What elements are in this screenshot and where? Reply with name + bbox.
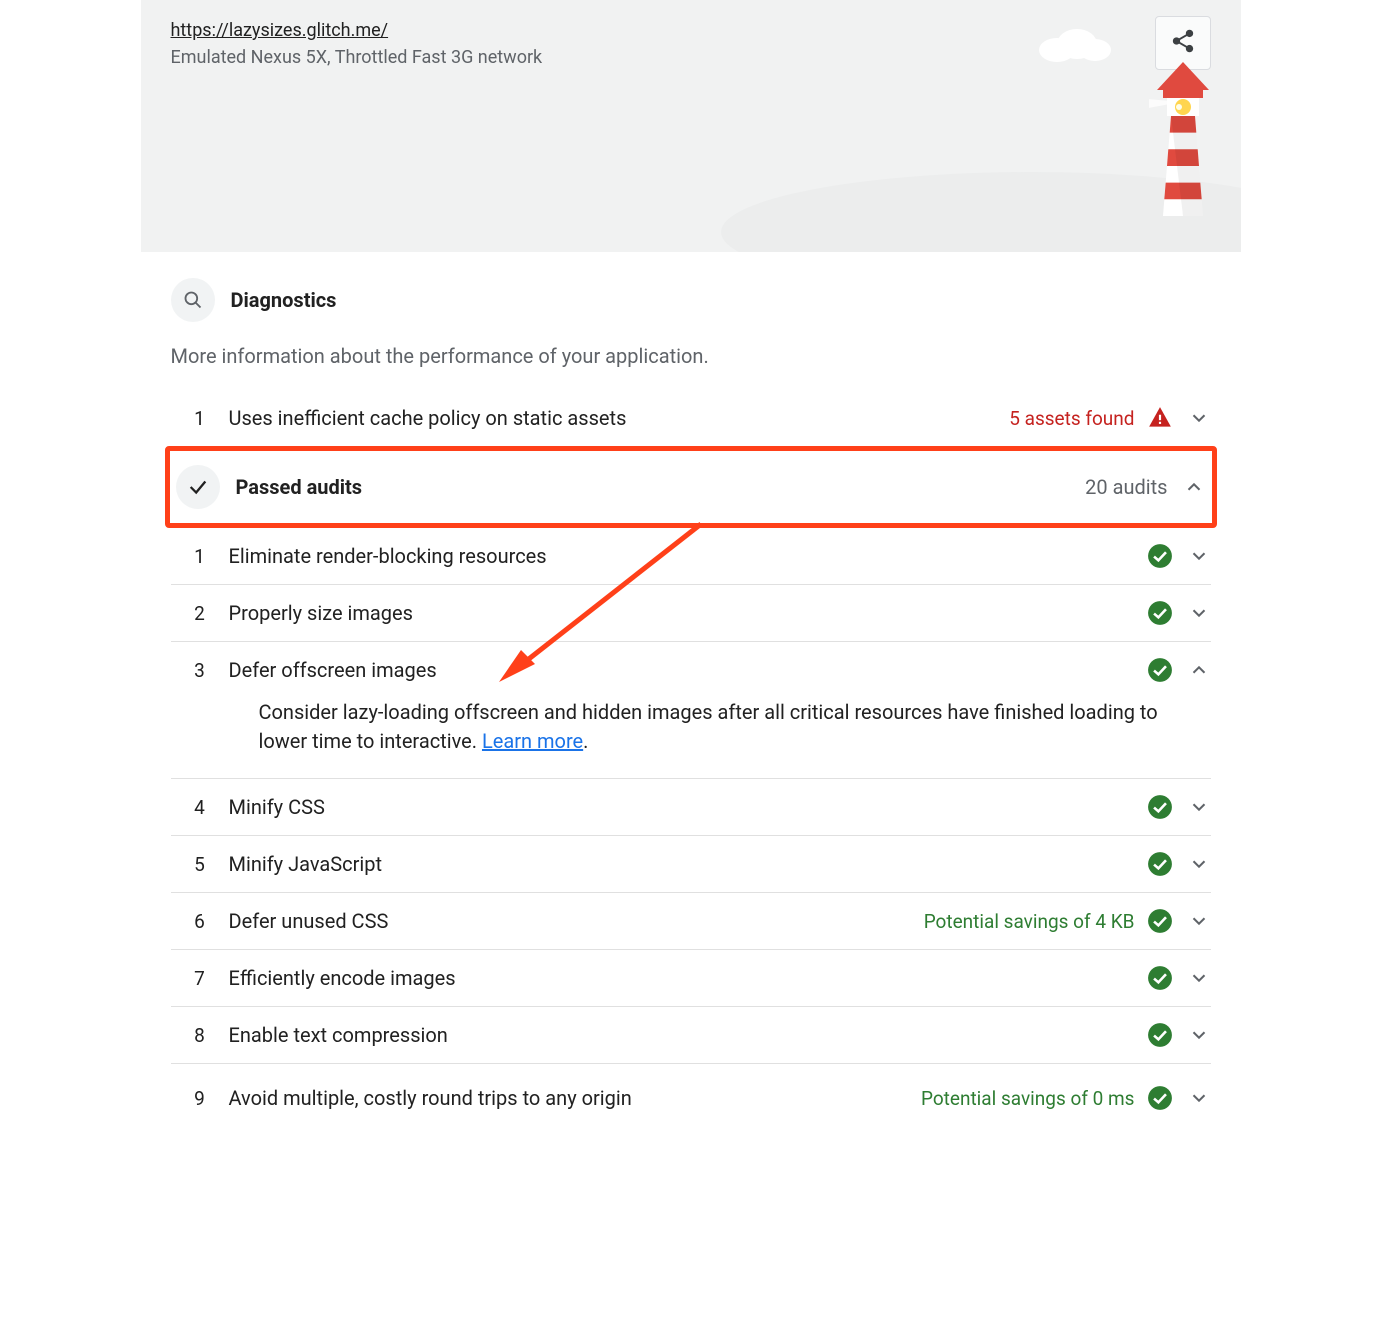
- cloud-icon: [1029, 22, 1119, 67]
- chevron-down-icon: [1187, 406, 1211, 430]
- chevron-up-icon: [1182, 475, 1206, 499]
- chevron-down-icon: [1187, 544, 1211, 568]
- audit-title: Minify CSS: [229, 795, 1147, 819]
- audit-title: Defer unused CSS: [229, 909, 924, 933]
- audit-row[interactable]: 6 Defer unused CSS Potential savings of …: [171, 893, 1211, 950]
- audit-meta: Potential savings of 4 KB: [924, 910, 1135, 933]
- audit-number: 7: [171, 967, 229, 990]
- audit-row[interactable]: 7 Efficiently encode images: [171, 950, 1211, 1007]
- audit-number: 8: [171, 1024, 229, 1047]
- warning-icon: [1147, 405, 1173, 431]
- pass-icon: [1147, 1085, 1173, 1111]
- report-header: https://lazysizes.glitch.me/ Emulated Ne…: [141, 0, 1241, 252]
- diagnostics-header: Diagnostics: [171, 252, 1211, 332]
- audit-row[interactable]: 9 Avoid multiple, costly round trips to …: [171, 1064, 1211, 1120]
- audit-row[interactable]: 4 Minify CSS: [171, 779, 1211, 836]
- audit-detail: Consider lazy-loading offscreen and hidd…: [171, 698, 1211, 778]
- audit-meta: 5 assets found: [1009, 407, 1134, 430]
- audit-title: Avoid multiple, costly round trips to an…: [229, 1086, 921, 1110]
- pass-icon: [1147, 657, 1173, 683]
- audit-title: Minify JavaScript: [229, 852, 1147, 876]
- learn-more-link[interactable]: Learn more: [482, 729, 583, 753]
- audit-row[interactable]: 8 Enable text compression: [171, 1007, 1211, 1064]
- audit-detail-text: Consider lazy-loading offscreen and hidd…: [259, 700, 1158, 753]
- diagnostic-row[interactable]: 1 Uses inefficient cache policy on stati…: [171, 390, 1211, 446]
- chevron-up-icon: [1187, 658, 1211, 682]
- diagnostics-description: More information about the performance o…: [171, 332, 1211, 390]
- check-icon: [176, 465, 220, 509]
- audit-title: Uses inefficient cache policy on static …: [229, 406, 1010, 430]
- audit-number: 9: [171, 1087, 229, 1110]
- chevron-down-icon: [1187, 601, 1211, 625]
- audit-title: Efficiently encode images: [229, 966, 1147, 990]
- chevron-down-icon: [1187, 909, 1211, 933]
- audit-number: 6: [171, 910, 229, 933]
- lighthouse-icon: [1149, 56, 1217, 221]
- pass-icon: [1147, 543, 1173, 569]
- audit-meta: Potential savings of 0 ms: [921, 1087, 1135, 1110]
- audit-title: Enable text compression: [229, 1023, 1147, 1047]
- period: .: [583, 729, 588, 753]
- audit-row[interactable]: 5 Minify JavaScript: [171, 836, 1211, 893]
- annotation-arrow-icon: [491, 504, 721, 694]
- audit-number: 1: [171, 407, 229, 430]
- pass-icon: [1147, 965, 1173, 991]
- report-url-link[interactable]: https://lazysizes.glitch.me/: [171, 20, 389, 41]
- pass-icon: [1147, 851, 1173, 877]
- audit-number: 4: [171, 796, 229, 819]
- diagnostics-title: Diagnostics: [231, 288, 337, 312]
- chevron-down-icon: [1187, 966, 1211, 990]
- pass-icon: [1147, 908, 1173, 934]
- audit-number: 2: [171, 602, 229, 625]
- audit-number: 5: [171, 853, 229, 876]
- chevron-down-icon: [1187, 1023, 1211, 1047]
- audit-number: 3: [171, 659, 229, 682]
- search-icon: [171, 278, 215, 322]
- audit-number: 1: [171, 545, 229, 568]
- passed-audits-summary: 20 audits: [1085, 475, 1167, 499]
- pass-icon: [1147, 1022, 1173, 1048]
- passed-audits-title: Passed audits: [236, 475, 363, 499]
- chevron-down-icon: [1187, 852, 1211, 876]
- chevron-down-icon: [1187, 1086, 1211, 1110]
- share-icon: [1170, 28, 1196, 59]
- chevron-down-icon: [1187, 795, 1211, 819]
- pass-icon: [1147, 600, 1173, 626]
- pass-icon: [1147, 794, 1173, 820]
